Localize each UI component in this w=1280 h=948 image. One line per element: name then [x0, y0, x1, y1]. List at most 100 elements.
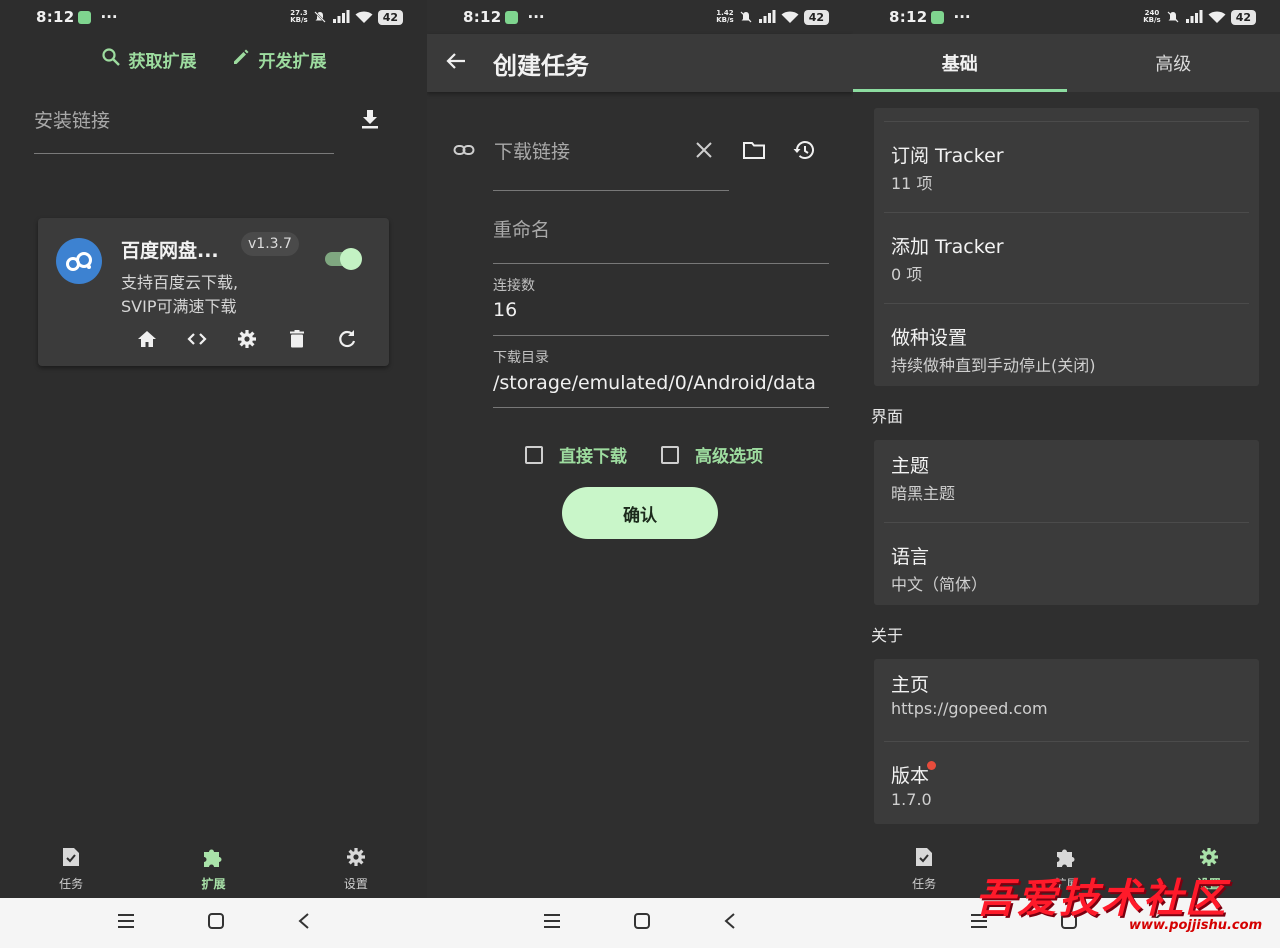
options-row: 直接下载 高级选项: [525, 442, 763, 467]
system-navigation-bar: [427, 898, 853, 948]
wifi-icon: [1208, 10, 1226, 24]
status-bar: 8:12 ··· 240 KB/s 42: [853, 0, 1280, 34]
network-speed: 240 KB/s: [1143, 9, 1161, 24]
app-notification-icon: [77, 10, 91, 24]
app-notification-icon: [504, 10, 518, 24]
status-time: 8:12: [463, 8, 502, 26]
extension-enable-toggle[interactable]: [325, 248, 363, 270]
more-notifications-icon: ···: [100, 8, 118, 26]
gear-icon[interactable]: [236, 328, 258, 350]
page-title: 创建任务: [493, 51, 589, 80]
get-extension-button[interactable]: 获取扩展: [101, 47, 197, 72]
dev-extension-button[interactable]: 开发扩展: [231, 47, 327, 72]
nav-tasks[interactable]: 任务: [0, 840, 142, 898]
homepage-item[interactable]: 主页 https://gopeed.com: [891, 670, 1249, 718]
baidu-netdisk-logo: [56, 238, 102, 284]
theme-item[interactable]: 主题 暗黑主题: [891, 451, 1249, 504]
signal-icon: [332, 10, 350, 24]
checkbox-box: [525, 445, 543, 464]
connections-label: 连接数: [493, 278, 535, 294]
extension-card: 百度网盘... v1.3.7 支持百度云下载, SVIP可满速下载: [38, 218, 389, 366]
status-bar: 8:12 ··· 27.3 KB/s 42: [0, 0, 427, 34]
folder-icon[interactable]: [742, 139, 766, 165]
puzzle-icon: [201, 846, 225, 871]
link-icon: [453, 140, 475, 164]
rename-underline: [493, 263, 829, 264]
pencil-icon: [231, 47, 251, 72]
seeding-settings-item[interactable]: 做种设置 持续做种直到手动停止(关闭): [891, 323, 1249, 376]
connections-input[interactable]: 16: [493, 299, 517, 321]
nav-extensions[interactable]: 扩展: [142, 840, 284, 898]
home-button-icon[interactable]: [207, 912, 225, 934]
refresh-icon[interactable]: [336, 328, 358, 350]
direct-download-checkbox[interactable]: 直接下载: [525, 442, 627, 467]
update-badge: [927, 761, 937, 770]
divider: [884, 303, 1249, 304]
install-link-input[interactable]: 安装链接: [34, 106, 110, 133]
menu-icon[interactable]: [543, 913, 561, 933]
battery-icon: 42: [1230, 9, 1256, 25]
history-icon[interactable]: [792, 139, 816, 165]
menu-icon[interactable]: [117, 913, 135, 933]
add-tracker-item[interactable]: 添加 Tracker 0 项: [891, 232, 1249, 285]
network-speed: 1.42 KB/s: [716, 9, 734, 24]
ui-settings-card: 主题 暗黑主题 语言 中文（简体）: [874, 440, 1259, 605]
home-icon[interactable]: [136, 328, 158, 350]
checkbox-box: [661, 445, 679, 464]
code-icon[interactable]: [186, 328, 208, 350]
signal-icon: [758, 10, 776, 24]
nav-tasks[interactable]: 任务: [853, 840, 995, 898]
status-time: 8:12: [36, 8, 75, 26]
trash-icon[interactable]: [286, 328, 308, 350]
search-icon: [101, 47, 121, 72]
download-url-input[interactable]: 下载链接: [494, 137, 570, 164]
connections-underline: [493, 335, 829, 336]
section-about: 关于: [871, 626, 904, 645]
gear-icon: [345, 846, 367, 871]
network-speed: 27.3 KB/s: [290, 9, 308, 24]
extension-name: 百度网盘...: [121, 240, 219, 262]
nav-settings[interactable]: 设置: [285, 840, 427, 898]
create-task-screen: 8:12 ··· 1.42 KB/s 42 创建任务 下载链接 重命名 连接数 1…: [427, 0, 853, 948]
site-watermark: 吾爱技术社区 www.pojjishu.com: [975, 866, 1275, 936]
divider: [884, 212, 1249, 213]
settings-tabs: 基础 高级: [853, 34, 1280, 92]
download-dir-input[interactable]: /storage/emulated/0/Android/data: [493, 372, 829, 394]
version-item[interactable]: 版本 1.7.0: [891, 761, 1249, 809]
confirm-button[interactable]: 确认: [562, 487, 718, 539]
status-bar: 8:12 ··· 1.42 KB/s 42: [427, 0, 853, 34]
install-underline: [34, 153, 334, 154]
bottom-navigation: 任务 扩展 设置: [0, 840, 427, 898]
mute-icon: [739, 10, 753, 24]
tab-advanced[interactable]: 高级: [1067, 34, 1280, 92]
install-link-field[interactable]: 安装链接: [34, 98, 380, 156]
tab-basic[interactable]: 基础: [853, 34, 1067, 92]
download-icon[interactable]: [360, 108, 380, 134]
section-ui: 界面: [871, 407, 904, 426]
divider: [884, 522, 1249, 523]
divider: [884, 741, 1249, 742]
home-button-icon[interactable]: [633, 912, 651, 934]
advanced-options-checkbox[interactable]: 高级选项: [661, 442, 763, 467]
task-icon: [914, 846, 934, 871]
mute-icon: [1166, 10, 1180, 24]
extension-description: 支持百度云下载, SVIP可满速下载: [121, 273, 239, 316]
back-icon[interactable]: [297, 912, 311, 934]
download-dir-underline: [493, 407, 829, 408]
subscribe-tracker-item[interactable]: 订阅 Tracker 11 项: [891, 141, 1249, 194]
battery-icon: 42: [803, 9, 829, 25]
mute-icon: [313, 10, 327, 24]
language-item[interactable]: 语言 中文（简体）: [891, 542, 1249, 595]
bt-settings-card: 订阅 Tracker 11 项 添加 Tracker 0 项 做种设置 持续做种…: [874, 108, 1259, 386]
watermark-url: www.pojjishu.com: [1125, 918, 1275, 933]
download-dir-label: 下载目录: [493, 350, 549, 366]
extension-actions: [136, 328, 358, 350]
app-bar: 创建任务: [427, 34, 853, 92]
rename-input[interactable]: 重命名: [493, 215, 550, 242]
wifi-icon: [781, 10, 799, 24]
wifi-icon: [355, 10, 373, 24]
back-arrow-icon[interactable]: [445, 51, 467, 75]
signal-icon: [1185, 10, 1203, 24]
close-icon[interactable]: [694, 140, 714, 164]
back-icon[interactable]: [723, 912, 737, 934]
